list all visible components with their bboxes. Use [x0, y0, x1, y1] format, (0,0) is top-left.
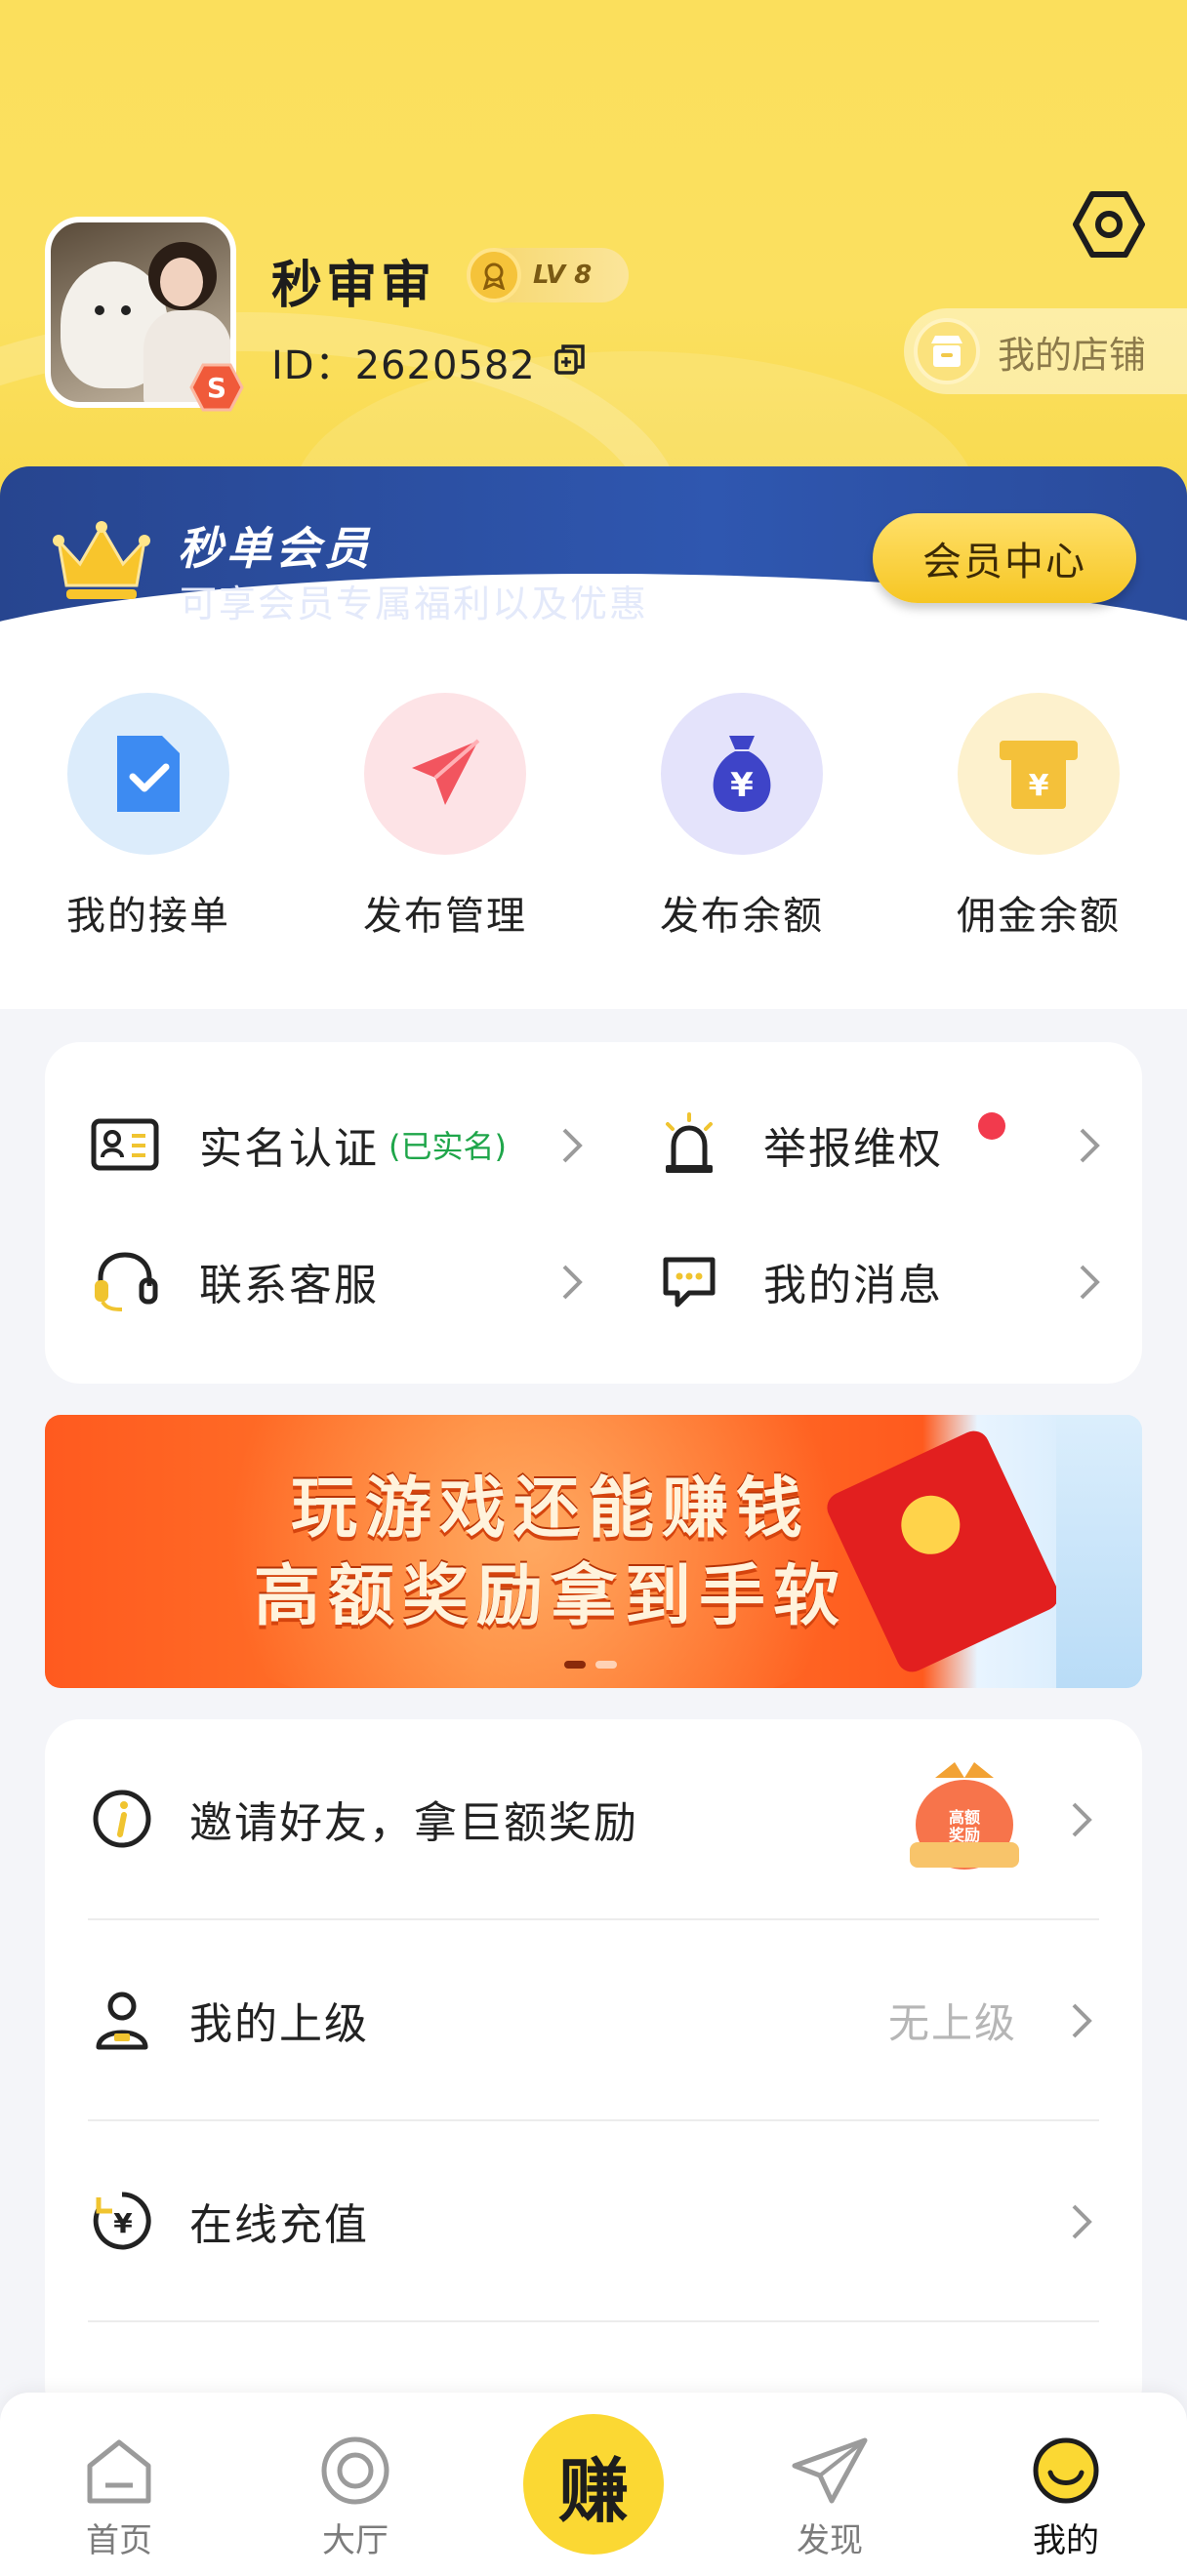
gift-bag-icon: 高额 奖励: [910, 1762, 1019, 1870]
profile-header: S 秒审审 LV 8 ID：2620582 我的店铺: [0, 0, 1187, 507]
chevron-right-icon: [1072, 2204, 1092, 2239]
my-superior-label: 我的上级: [189, 1999, 369, 2049]
message-icon: [654, 1246, 724, 1316]
my-orders-label: 我的接单: [66, 894, 230, 939]
notification-dot: [978, 1112, 1005, 1140]
copy-icon[interactable]: [553, 342, 588, 377]
tab-discover-label: 发现: [797, 2521, 863, 2560]
chevron-right-icon: [1080, 1265, 1100, 1300]
report-rights-item[interactable]: 举报维权: [654, 1101, 943, 1188]
my-shop-button[interactable]: 我的店铺: [904, 308, 1187, 394]
chevron-right-icon: [562, 1128, 583, 1163]
chevron-right-icon: [562, 1265, 583, 1300]
svg-text:奖励: 奖励: [949, 1826, 980, 1844]
verified-tag: (已实名): [389, 1128, 507, 1165]
my-messages-item[interactable]: 我的消息: [654, 1237, 943, 1325]
settings-hex-icon: [1073, 191, 1145, 258]
my-shop-label: 我的店铺: [998, 333, 1147, 377]
invite-friends-label: 邀请好友，拿巨额奖励: [189, 1798, 638, 1848]
promo-subheadline: 高额奖励拿到手软: [253, 1558, 847, 1635]
s-rank-badge-icon: S: [189, 363, 244, 412]
svg-text:¥: ¥: [113, 2207, 133, 2239]
commission-balance-label: 佣金余额: [957, 894, 1121, 939]
my-superior-item[interactable]: 我的上级 无上级: [88, 1920, 1099, 2121]
promo-headline: 玩游戏还能赚钱: [290, 1470, 810, 1548]
real-name-verification-item[interactable]: 实名认证 (已实名): [90, 1101, 507, 1188]
commission-balance-item[interactable]: ¥ 佣金余额: [941, 693, 1136, 941]
publish-management-label: 发布管理: [363, 894, 527, 939]
tab-mine[interactable]: 我的: [998, 2432, 1134, 2561]
id-card-icon: [90, 1109, 160, 1180]
membership-subtitle: 可享会员专属福利以及优惠: [180, 583, 649, 625]
tab-hall[interactable]: 大厅: [287, 2432, 424, 2561]
medal-icon: [467, 248, 521, 302]
info-icon: [88, 1785, 156, 1853]
document-check-icon: [67, 693, 229, 855]
shop-icon: [914, 318, 980, 384]
paper-plane-icon: [364, 693, 526, 855]
my-messages-label: 我的消息: [763, 1261, 943, 1310]
publish-balance-item[interactable]: ¥ 发布余额: [644, 693, 839, 941]
target-icon: [316, 2432, 394, 2510]
chevron-right-icon: [1072, 2003, 1092, 2038]
headset-icon: [90, 1246, 160, 1316]
level-badge[interactable]: LV 8: [467, 248, 629, 302]
online-recharge-label: 在线充值: [189, 2200, 369, 2250]
level-text: LV 8: [533, 261, 593, 290]
report-rights-label: 举报维权: [763, 1124, 943, 1174]
tab-home[interactable]: 首页: [51, 2432, 187, 2561]
wallet-icon: ¥: [958, 693, 1120, 855]
smile-icon: [1027, 2432, 1105, 2510]
member-center-button[interactable]: 会员中心: [873, 513, 1136, 603]
money-bag-icon: ¥: [661, 693, 823, 855]
membership-title: 秒单会员: [178, 522, 373, 575]
earn-button[interactable]: 赚: [523, 2414, 664, 2555]
superior-value: 无上级: [887, 1998, 1017, 2047]
settings-button[interactable]: [1070, 185, 1148, 263]
svg-text:¥: ¥: [1029, 769, 1049, 803]
recharge-icon: ¥: [88, 2187, 156, 2255]
crown-icon: [53, 521, 150, 599]
contact-support-label: 联系客服: [199, 1261, 379, 1310]
promo-banner[interactable]: 玩游戏还能赚钱 高额奖励拿到手软: [45, 1415, 1142, 1688]
home-icon: [80, 2432, 158, 2510]
username: 秒审审: [271, 257, 436, 315]
publish-balance-label: 发布余额: [660, 894, 824, 939]
alarm-icon: [654, 1109, 724, 1180]
invite-friends-item[interactable]: 邀请好友，拿巨额奖励 高额 奖励: [88, 1719, 1099, 1920]
user-id: ID：2620582: [271, 343, 536, 388]
user-icon: [88, 1986, 156, 2054]
tab-discover[interactable]: 发现: [761, 2432, 898, 2561]
tab-home-label: 首页: [86, 2521, 152, 2560]
chevron-right-icon: [1080, 1128, 1100, 1163]
tab-hall-label: 大厅: [322, 2521, 389, 2560]
service-card: 实名认证 (已实名) 举报维权 联系客服 我的消息: [45, 1042, 1142, 1384]
quick-actions: 我的接单 发布管理 ¥ 发布余额 ¥ 佣金余额: [0, 652, 1187, 1009]
membership-banner[interactable]: 秒单会员 可享会员专属福利以及优惠 会员中心: [0, 466, 1187, 652]
send-icon: [791, 2432, 869, 2510]
online-recharge-item[interactable]: ¥ 在线充值: [88, 2121, 1099, 2322]
svg-text:S: S: [207, 372, 226, 404]
carousel-indicator: [564, 1661, 617, 1669]
svg-text:¥: ¥: [730, 766, 754, 805]
real-name-verification-label: 实名认证: [199, 1124, 379, 1174]
tab-mine-label: 我的: [1033, 2521, 1099, 2560]
publish-management-item[interactable]: 发布管理: [348, 693, 543, 941]
chevron-right-icon: [1072, 1802, 1092, 1837]
contact-support-item[interactable]: 联系客服: [90, 1237, 379, 1325]
svg-text:高额: 高额: [949, 1808, 980, 1827]
my-orders-item[interactable]: 我的接单: [51, 693, 246, 941]
menu-list-card: 邀请好友，拿巨额奖励 高额 奖励 我的上级 无上级 ¥ 在线充值: [45, 1719, 1142, 2422]
